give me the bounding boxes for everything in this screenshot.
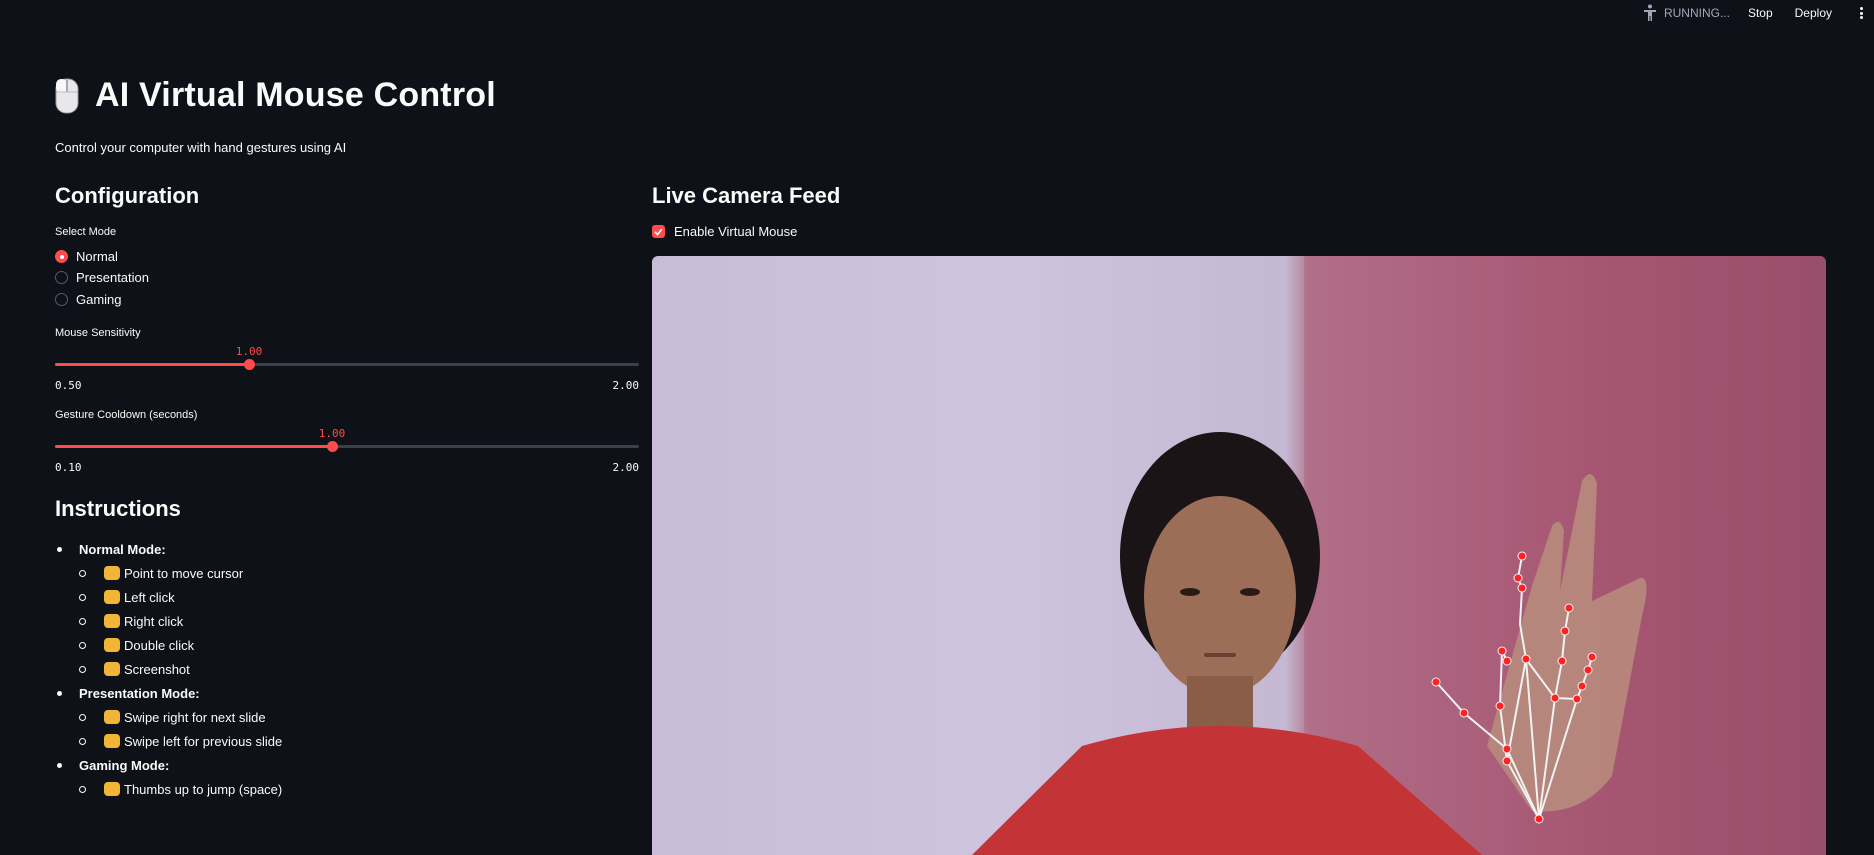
slider-fill (55, 363, 249, 366)
instructions-list: Normal Mode: Point to move cursor Left c… (55, 538, 282, 802)
select-mode-label: Select Mode (55, 226, 117, 238)
slider-fill (55, 445, 332, 448)
radio-button[interactable] (55, 271, 68, 284)
slider-value: 1.00 (318, 427, 346, 440)
list-item: Point to move cursor (55, 562, 282, 586)
thumbs-up-icon (104, 782, 120, 796)
list-item: Swipe right for next slide (55, 706, 282, 730)
slider-value: 1.00 (235, 345, 263, 358)
list-item: Gaming Mode: (55, 754, 282, 778)
enable-virtual-mouse-label: Enable Virtual Mouse (674, 224, 798, 239)
camera-feed-heading: Live Camera Feed (652, 183, 841, 208)
running-status: RUNNING... (1642, 4, 1730, 22)
instruction-text: Point to move cursor (124, 566, 244, 581)
page-subtitle: Control your computer with hand gestures… (55, 140, 347, 155)
deploy-button[interactable]: Deploy (1795, 6, 1832, 20)
horns-hand-icon (104, 614, 120, 628)
slider-thumb[interactable] (243, 359, 255, 370)
mode-label-gaming: Gaming (76, 292, 122, 307)
list-item: Normal Mode: (55, 538, 282, 562)
radio-button-selected[interactable] (55, 250, 68, 263)
slider-min-label: 0.10 (55, 461, 82, 474)
instruction-text: Left click (124, 590, 175, 605)
rock-hand-icon (104, 590, 120, 604)
configuration-heading: Configuration (55, 183, 200, 208)
mode-label-presentation: Presentation (76, 270, 149, 285)
checkmark-icon (654, 227, 663, 236)
camera-frame-illustration (972, 256, 1826, 855)
point-right-hand-icon (104, 710, 120, 724)
instructions-heading: Instructions (55, 496, 181, 521)
list-item: Right click (55, 610, 282, 634)
list-item: Left click (55, 586, 282, 610)
victory-hand-icon (104, 638, 120, 652)
instruction-text: Swipe right for next slide (124, 710, 266, 725)
computer-mouse-icon (55, 78, 79, 113)
running-person-icon (1643, 4, 1656, 21)
instruction-text: Right click (124, 614, 184, 629)
checkbox-checked[interactable] (652, 225, 665, 238)
list-item: Screenshot (55, 658, 282, 682)
mode-radio-gaming[interactable]: Gaming (55, 292, 122, 307)
point-left-hand-icon (104, 734, 120, 748)
instruction-text: Screenshot (124, 662, 190, 677)
slider-max-label: 2.00 (612, 379, 640, 392)
list-item: Thumbs up to jump (space) (55, 778, 282, 802)
slider-min-label: 0.50 (55, 379, 82, 392)
stop-button[interactable]: Stop (1748, 6, 1773, 20)
list-item: Presentation Mode: (55, 682, 282, 706)
enable-virtual-mouse-checkbox[interactable]: Enable Virtual Mouse (652, 224, 797, 239)
camera-feed-image (652, 256, 1826, 855)
instruction-text: Swipe left for previous slide (124, 734, 283, 749)
mode-label-normal: Normal (76, 249, 118, 264)
list-item: Double click (55, 634, 282, 658)
mouse-sensitivity-slider[interactable]: 1.00 0.50 2.00 (55, 345, 639, 405)
slider-max-label: 2.00 (612, 461, 640, 474)
mode-radio-normal[interactable]: Normal (55, 249, 118, 264)
radio-button[interactable] (55, 293, 68, 306)
top-toolbar: RUNNING... Stop Deploy (1642, 0, 1874, 26)
status-text: RUNNING... (1663, 6, 1730, 20)
pointing-hand-icon (104, 566, 120, 580)
page-title: AI Virtual Mouse Control (95, 76, 496, 114)
page-header: AI Virtual Mouse Control (55, 76, 496, 115)
gesture-cooldown-label: Gesture Cooldown (seconds) (55, 409, 198, 421)
pinch-hand-icon (104, 662, 120, 676)
main-menu-icon[interactable] (1854, 5, 1868, 21)
instruction-text: Double click (124, 638, 195, 653)
mode-radio-presentation[interactable]: Presentation (55, 270, 149, 285)
instruction-text: Thumbs up to jump (space) (124, 782, 283, 797)
gesture-cooldown-slider[interactable]: 1.00 0.10 2.00 (55, 427, 639, 487)
slider-thumb[interactable] (326, 441, 338, 452)
mouse-sensitivity-label: Mouse Sensitivity (55, 327, 141, 339)
list-item: Swipe left for previous slide (55, 730, 282, 754)
